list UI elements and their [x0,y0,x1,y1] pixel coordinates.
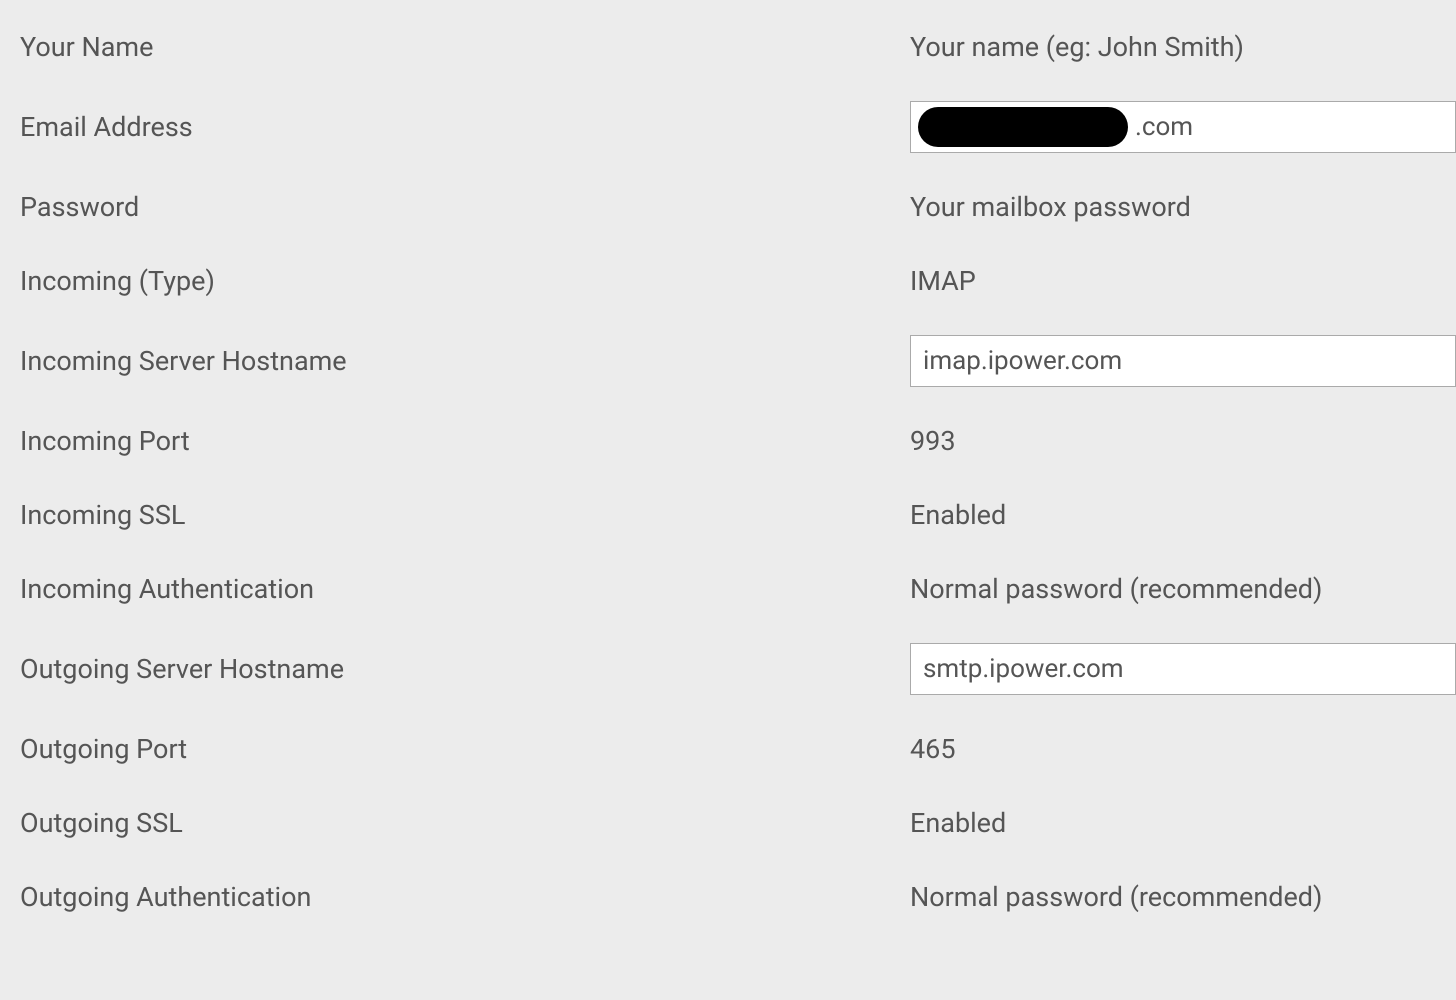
value-your-name: Your name (eg: John Smith) [910,31,1456,63]
row-incoming-port: Incoming Port 993 [20,404,1456,478]
label-incoming-ssl: Incoming SSL [20,499,910,531]
row-outgoing-authentication: Outgoing Authentication Normal password … [20,860,1456,934]
label-your-name: Your Name [20,31,910,63]
label-outgoing-server-hostname: Outgoing Server Hostname [20,653,910,685]
row-outgoing-ssl: Outgoing SSL Enabled [20,786,1456,860]
row-incoming-type: Incoming (Type) IMAP [20,244,1456,318]
row-outgoing-port: Outgoing Port 465 [20,712,1456,786]
label-outgoing-ssl: Outgoing SSL [20,807,910,839]
email-settings-form: Your Name Your name (eg: John Smith) Ema… [0,0,1456,934]
row-outgoing-server-hostname: Outgoing Server Hostname [20,626,1456,712]
incoming-server-hostname-input[interactable] [910,335,1456,387]
label-outgoing-authentication: Outgoing Authentication [20,881,910,913]
row-incoming-ssl: Incoming SSL Enabled [20,478,1456,552]
value-incoming-port: 993 [910,425,1456,457]
value-outgoing-ssl: Enabled [910,807,1456,839]
row-incoming-server-hostname: Incoming Server Hostname [20,318,1456,404]
label-password: Password [20,191,910,223]
label-incoming-port: Incoming Port [20,425,910,457]
label-incoming-server-hostname: Incoming Server Hostname [20,345,910,377]
email-address-input[interactable] [910,101,1456,153]
value-outgoing-authentication: Normal password (recommended) [910,881,1456,913]
label-outgoing-port: Outgoing Port [20,733,910,765]
row-email-address: Email Address [20,84,1456,170]
outgoing-server-hostname-input[interactable] [910,643,1456,695]
label-incoming-authentication: Incoming Authentication [20,573,910,605]
row-password: Password Your mailbox password [20,170,1456,244]
value-incoming-type: IMAP [910,265,1456,297]
label-email-address: Email Address [20,111,910,143]
label-incoming-type: Incoming (Type) [20,265,910,297]
value-outgoing-port: 465 [910,733,1456,765]
value-incoming-authentication: Normal password (recommended) [910,573,1456,605]
value-password: Your mailbox password [910,191,1456,223]
row-your-name: Your Name Your name (eg: John Smith) [20,10,1456,84]
value-incoming-ssl: Enabled [910,499,1456,531]
row-incoming-authentication: Incoming Authentication Normal password … [20,552,1456,626]
